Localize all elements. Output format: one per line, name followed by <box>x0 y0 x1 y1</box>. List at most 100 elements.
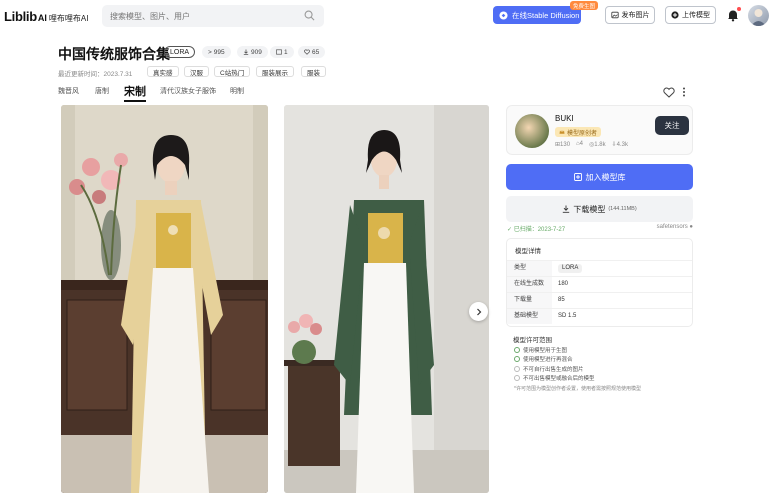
model-type-tag: LORA <box>164 46 196 58</box>
heart-icon[interactable] <box>663 87 675 98</box>
model-title: 中国传统服饰合集 <box>58 46 170 62</box>
tag-costume-show[interactable]: 服装展示 <box>256 66 294 77</box>
file-format-label: safetensors <box>656 224 688 230</box>
tab-tang[interactable]: 唐制 <box>95 86 109 96</box>
updated-time: 最近更新时间：2023.7.31 <box>58 71 133 78</box>
author-card: BUKI 模型原创者 ⊞130 ⌂4 ◎1.8k ⇩4.3k 关注 <box>506 105 693 155</box>
ban-circle-icon <box>514 375 520 381</box>
license-item-denied: 不可出售模型或融合后的模型 <box>514 374 595 382</box>
check-icon: ✓ <box>507 227 513 233</box>
details-key: 在线生成数 <box>507 277 552 292</box>
free-badge: 免费生图 <box>570 1 599 10</box>
license-item-denied: 不可自行出售生成的图片 <box>514 365 584 373</box>
plus-circle-icon <box>671 11 679 19</box>
author-name[interactable]: BUKI <box>555 114 574 123</box>
upload-model-button[interactable]: 上传模型 <box>665 6 716 24</box>
user-avatar[interactable] <box>748 5 769 26</box>
search-box[interactable] <box>102 5 324 27</box>
download-model-label: 下载模型 <box>573 204 606 214</box>
stat-likes: 65 <box>298 46 326 58</box>
details-row-online-gen: 在线生成数 180 <box>507 276 692 292</box>
details-value: SD 1.5 <box>558 313 577 319</box>
online-sd-button[interactable]: 在线Stable Diffusion <box>493 6 581 24</box>
stat-runs: >995 <box>202 46 231 58</box>
top-header: Liblib AI 哩布哩布AI 在线Stable Diffusion 免费生图… <box>0 0 779 34</box>
author-stat-runs-value: 1.8k <box>594 142 606 148</box>
more-vertical-icon[interactable] <box>680 86 688 98</box>
check-circle-icon <box>514 347 520 353</box>
preview-image-1[interactable] <box>61 105 268 493</box>
details-row-type: 类型 LORA <box>507 260 692 276</box>
download-model-button[interactable]: 下载模型 (144.11MB) <box>506 196 693 222</box>
stat-downloads-value: 909 <box>251 48 262 56</box>
creator-badge-label: 模型原创者 <box>567 130 598 137</box>
license-item-text: 使用模型用于生图 <box>523 348 568 354</box>
license-item-allowed: 使用模型用于生图 <box>514 346 567 354</box>
details-key: 下载量 <box>507 293 552 308</box>
site-logo[interactable]: Liblib AI 哩布哩布AI <box>4 9 88 24</box>
check-circle-icon <box>514 356 520 362</box>
author-avatar[interactable] <box>515 114 549 148</box>
publish-image-label: 发布图片 <box>621 12 650 19</box>
preview-image-2[interactable] <box>284 105 489 493</box>
next-image-button[interactable] <box>469 302 488 321</box>
download-icon <box>563 205 570 213</box>
stat-likes-value: 65 <box>312 48 320 56</box>
notification-dot <box>737 7 741 11</box>
crown-icon <box>559 130 565 134</box>
heart-icon <box>304 49 310 55</box>
image-icon <box>276 49 282 55</box>
author-stat-images-value: 4 <box>579 141 584 147</box>
stat-images-value: 1 <box>284 48 288 56</box>
tab-song[interactable]: 宋制 <box>124 83 146 102</box>
publish-image-button[interactable]: 发布图片 <box>605 6 655 24</box>
tab-weijin[interactable]: 魏晋风 <box>58 86 79 96</box>
tag-c-hot[interactable]: C站热门 <box>214 66 251 77</box>
tag-realistic[interactable]: 真实感 <box>147 66 179 77</box>
details-title: 模型详情 <box>515 248 541 255</box>
license-item-text: 使用模型进行再混合 <box>523 357 573 363</box>
creator-badge: 模型原创者 <box>555 127 602 137</box>
upload-model-label: 上传模型 <box>682 12 710 19</box>
details-value: LORA <box>558 264 583 273</box>
follow-button[interactable]: 关注 <box>655 116 689 135</box>
author-stat-models: ⊞130 <box>555 141 570 148</box>
model-details: 模型详情 类型 LORA 在线生成数 180 下载量 85 基础模型 SD 1.… <box>506 238 693 327</box>
license-item-text: 不可自行出售生成的图片 <box>523 367 584 373</box>
details-row-downloads: 下载量 85 <box>507 292 692 308</box>
logo-ai-text: AI <box>37 13 47 23</box>
search-icon[interactable] <box>304 10 315 21</box>
download-size: (144.11MB) <box>608 206 637 212</box>
tab-qing[interactable]: 清代汉族女子服饰 <box>160 86 216 96</box>
scan-status: ✓ 已扫描：2023-7-27 safetensors ● <box>507 224 693 233</box>
license-note: *许可范围为模型创作者设置，使用者需按照规范使用模型 <box>514 386 641 392</box>
tag-hanfu[interactable]: 汉服 <box>184 66 209 77</box>
add-to-library-label: 加入模型库 <box>585 172 626 182</box>
online-sd-label: 在线Stable Diffusion <box>512 10 580 20</box>
sd-logo-icon <box>499 10 508 20</box>
author-stat-downloads: ⇩4.3k <box>612 141 628 148</box>
license-title: 模型许可范围 <box>513 337 552 344</box>
stat-downloads: 909 <box>237 46 268 58</box>
license-item-text: 不可出售模型或融合后的模型 <box>523 376 595 382</box>
tag-costume[interactable]: 服装 <box>301 66 326 77</box>
author-stats: ⊞130 ⌂4 ◎1.8k ⇩4.3k <box>555 141 628 148</box>
author-stat-images: ⌂4 <box>576 141 583 148</box>
stat-images: 1 <box>270 46 294 58</box>
tab-ming[interactable]: 明制 <box>230 86 244 96</box>
preview-image-2-illustration <box>284 105 489 493</box>
scan-date: 已扫描：2023-7-27 <box>513 227 566 233</box>
avatar-image-icon <box>751 9 766 26</box>
search-input[interactable] <box>110 11 290 21</box>
chevron-right-icon <box>476 308 481 315</box>
details-key: 类型 <box>507 261 552 276</box>
details-value: 180 <box>558 281 569 287</box>
add-to-library-button[interactable]: 加入模型库 <box>506 164 693 190</box>
info-icon: ● <box>689 224 693 230</box>
stat-runs-value: 995 <box>213 48 225 56</box>
details-key: 基础模型 <box>507 309 552 324</box>
license-item-allowed: 使用模型进行再混合 <box>514 355 573 363</box>
author-stat-downloads-value: 4.3k <box>616 142 628 148</box>
add-box-icon <box>573 173 582 181</box>
file-format: safetensors ● <box>657 224 693 230</box>
